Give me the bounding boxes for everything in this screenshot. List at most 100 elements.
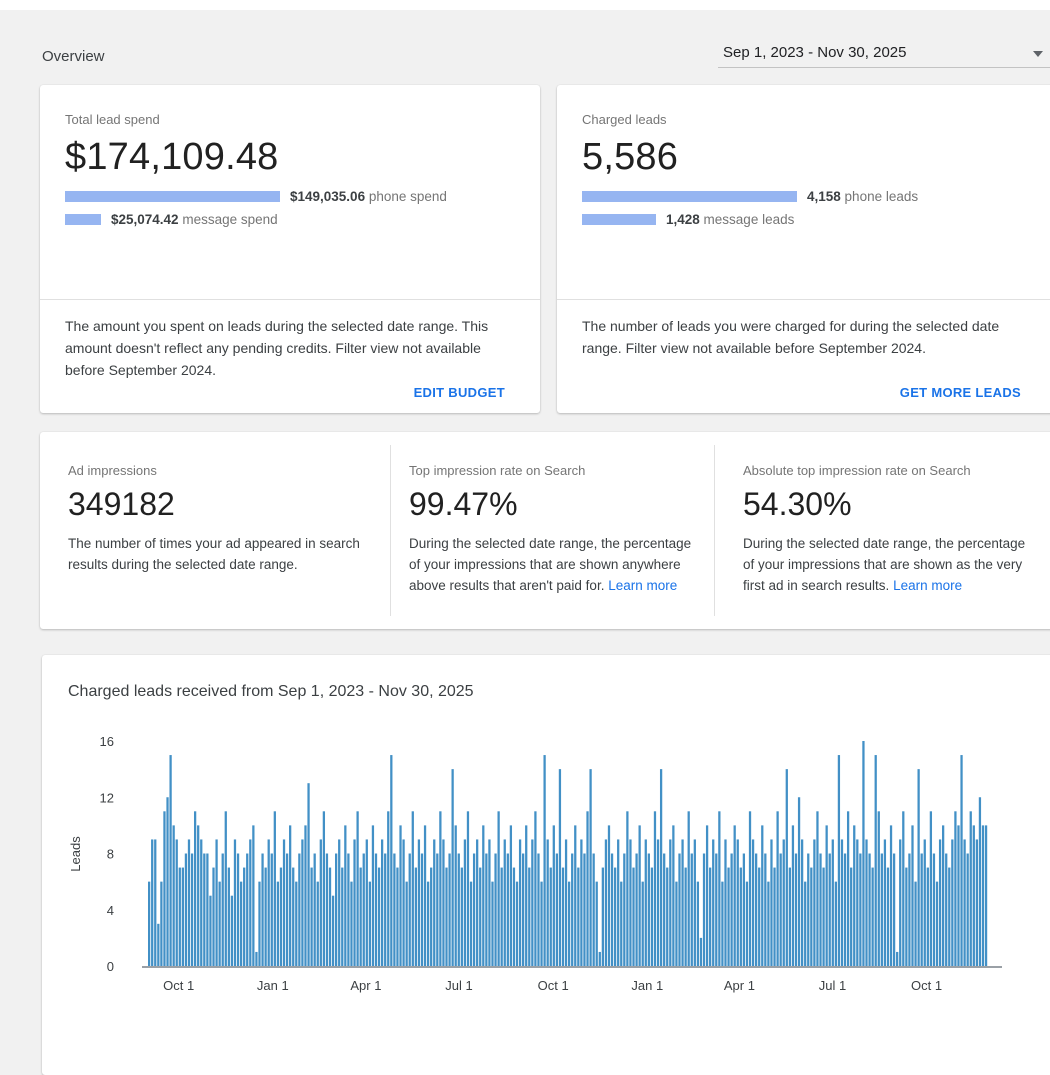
chart-bar [237, 854, 239, 967]
chart-bar [623, 854, 625, 967]
chart-bar [878, 811, 880, 966]
stat-description: The number of times your ad appeared in … [68, 533, 370, 575]
chart-bar [534, 811, 536, 966]
spend-card-label: Total lead spend [65, 112, 515, 127]
chart-bar [626, 811, 628, 966]
chart-bar [887, 868, 889, 966]
chart-bar [473, 854, 475, 967]
chart-bar [415, 868, 417, 966]
chart-bar [356, 811, 358, 966]
chart-bar [740, 868, 742, 966]
chart-bar [694, 839, 696, 966]
chart-bar [734, 825, 736, 966]
chart-bar [568, 882, 570, 966]
chart-bar [642, 882, 644, 966]
chart-bar [436, 854, 438, 967]
chart-bar [651, 868, 653, 966]
x-tick-label: Apr 1 [724, 978, 755, 993]
chart-bar [804, 882, 806, 966]
chart-bar [614, 868, 616, 966]
x-tick-label: Jan 1 [631, 978, 663, 993]
chart-bar [406, 882, 408, 966]
y-axis-label: Leads [68, 836, 83, 872]
chart-bar [657, 839, 659, 966]
chart-bar [712, 839, 714, 966]
chart-bar [976, 839, 978, 966]
chart-bar [209, 896, 211, 966]
chart-bar [160, 882, 162, 966]
chart-bar [917, 769, 919, 966]
leads-bar-chart: 0481216Oct 1Jan 1Apr 1Jul 1Oct 1Jan 1Apr… [42, 715, 1050, 1015]
chart-bar [556, 854, 558, 967]
charged-leads-chart-card: Charged leads received from Sep 1, 2023 … [42, 655, 1050, 1075]
total-lead-spend-card: Total lead spend $174,109.48 $149,035.06… [40, 85, 540, 413]
chart-bar [501, 868, 503, 966]
chart-bar [200, 839, 202, 966]
leads-card-label: Charged leads [582, 112, 1031, 127]
chart-bar [442, 839, 444, 966]
leads-card-value: 5,586 [582, 136, 1031, 179]
chart-bar [537, 854, 539, 967]
chart-bar [957, 825, 959, 966]
chart-bar [372, 825, 374, 966]
learn-more-link[interactable]: Learn more [608, 578, 677, 593]
y-tick-label: 0 [107, 959, 114, 974]
impressions-stats-card: Ad impressions 349182 The number of time… [40, 432, 1050, 629]
chart-bar [819, 854, 821, 967]
chart-bar [844, 854, 846, 967]
chart-bar [586, 811, 588, 966]
chart-bar [421, 854, 423, 967]
chart-bar [835, 882, 837, 966]
chart-bar [746, 882, 748, 966]
learn-more-link[interactable]: Learn more [893, 578, 962, 593]
phone-spend-bar [65, 191, 280, 202]
phone-spend-suffix: phone spend [365, 189, 447, 204]
chart-bar [620, 882, 622, 966]
chart-bar [648, 854, 650, 967]
chart-bar [948, 868, 950, 966]
message-leads-suffix: message leads [700, 212, 795, 227]
get-more-leads-button[interactable]: GET MORE LEADS [900, 385, 1021, 400]
chart-bar [853, 825, 855, 966]
chart-bar [798, 797, 800, 966]
edit-budget-button[interactable]: EDIT BUDGET [414, 385, 505, 400]
chart-bar [323, 811, 325, 966]
spend-card-value: $174,109.48 [65, 136, 515, 179]
chart-bar [553, 825, 555, 966]
chart-bar [497, 811, 499, 966]
chart-bar [761, 825, 763, 966]
stat-label: Absolute top impression rate on Search [743, 463, 1036, 478]
message-spend-suffix: message spend [179, 212, 278, 227]
stat-value: 99.47% [409, 486, 694, 523]
chart-bar [776, 811, 778, 966]
message-spend-amount: $25,074.42 [111, 212, 179, 227]
chart-bar [911, 825, 913, 966]
chart-bar [691, 854, 693, 967]
chart-bar [277, 882, 279, 966]
chart-bar [347, 854, 349, 967]
chart-bar [645, 839, 647, 966]
chart-bar [225, 811, 227, 966]
chart-bar [605, 839, 607, 966]
chart-bar [212, 868, 214, 966]
chart-bar [801, 839, 803, 966]
chart-bar [899, 839, 901, 966]
chart-bar [274, 811, 276, 966]
chart-bar [261, 854, 263, 967]
chart-bar [936, 882, 938, 966]
chart-bar [868, 854, 870, 967]
chart-bar [924, 839, 926, 966]
chart-bar [295, 882, 297, 966]
chart-bar [464, 839, 466, 966]
chart-bar [583, 854, 585, 967]
message-leads-label: 1,428 message leads [666, 212, 794, 227]
chart-bar [182, 868, 184, 966]
date-range-selector[interactable]: Sep 1, 2023 - Nov 30, 2025 [718, 36, 1050, 68]
chart-bar [856, 839, 858, 966]
chart-bar [409, 854, 411, 967]
chart-bar [197, 825, 199, 966]
chart-bar [862, 741, 864, 966]
chart-bar [396, 868, 398, 966]
chart-bar [596, 882, 598, 966]
phone-leads-label: 4,158 phone leads [807, 189, 918, 204]
